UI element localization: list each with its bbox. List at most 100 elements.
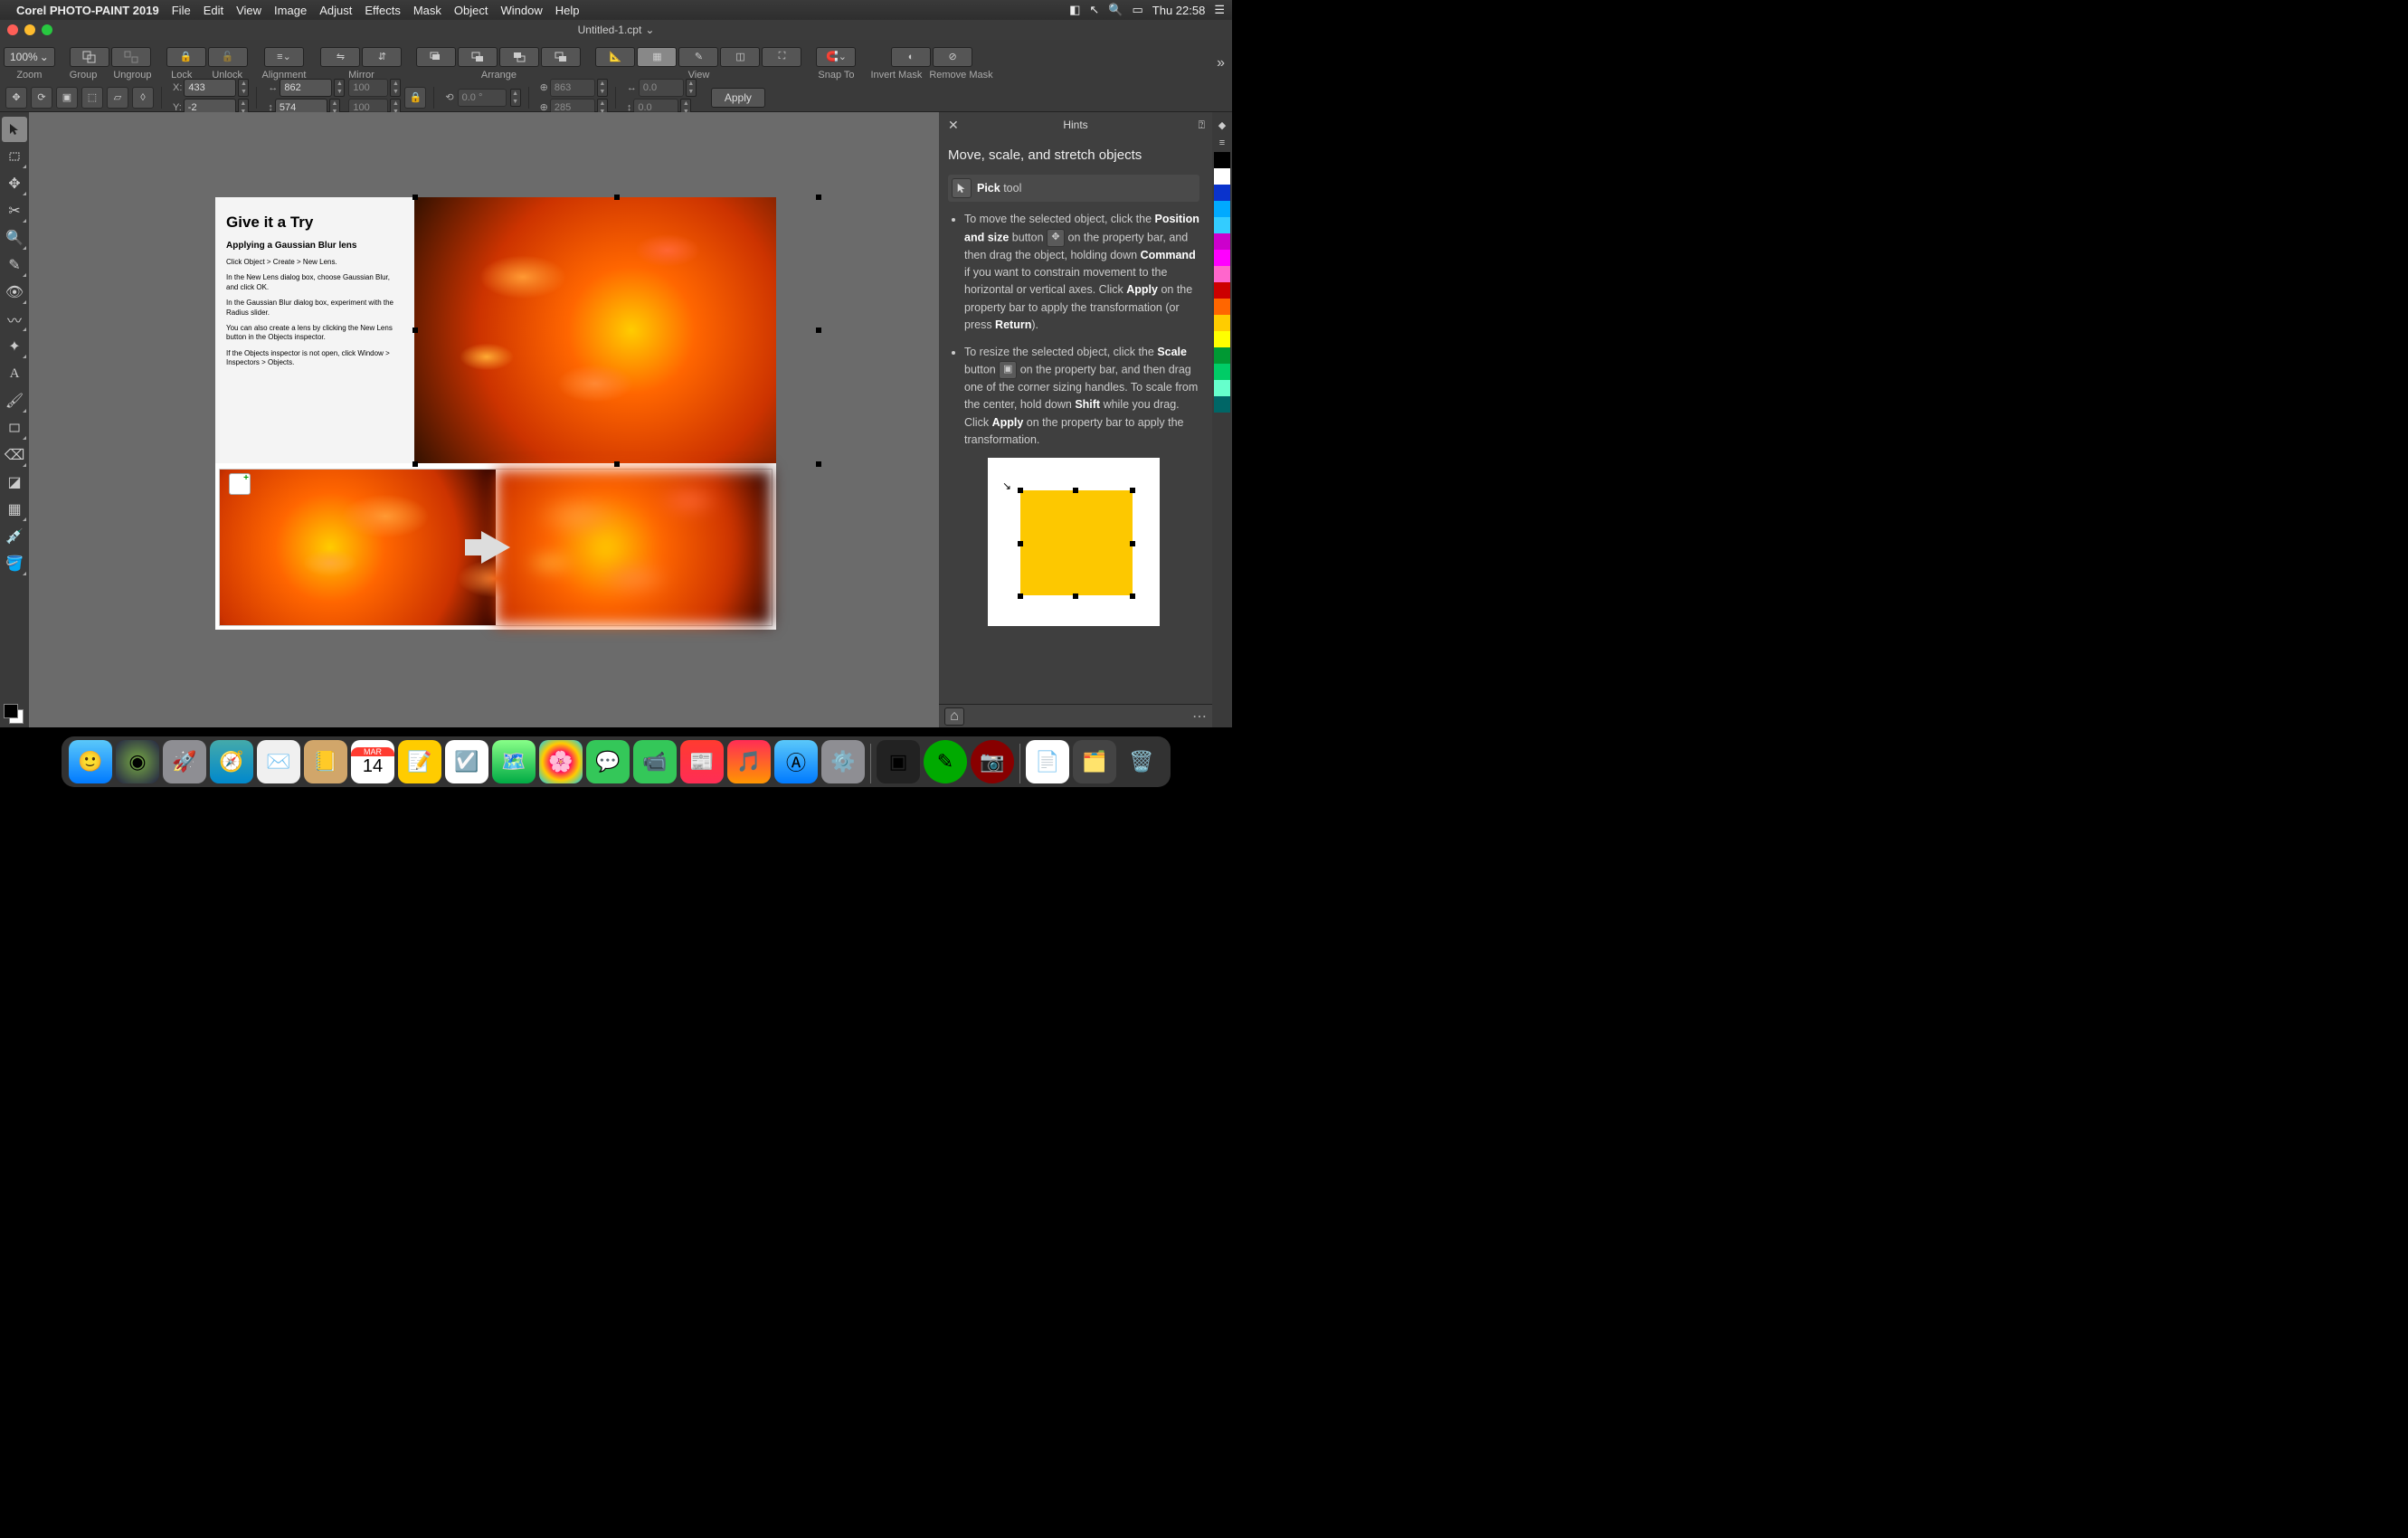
lock-button[interactable]: 🔒 bbox=[166, 47, 206, 67]
dock-messages[interactable]: 💬 bbox=[586, 740, 630, 783]
zoom-window-button[interactable] bbox=[42, 24, 52, 35]
dock-music[interactable]: 🎵 bbox=[727, 740, 771, 783]
dock-mail[interactable]: ✉️ bbox=[257, 740, 300, 783]
mirror-h-button[interactable]: ⇋ bbox=[320, 47, 360, 67]
swatch[interactable] bbox=[1214, 282, 1230, 299]
dock-corel-draw[interactable]: ✎ bbox=[924, 740, 967, 783]
dock-trash[interactable]: 🗑️ bbox=[1120, 740, 1163, 783]
crop-tool[interactable]: ✂ bbox=[2, 198, 27, 223]
menu-adjust[interactable]: Adjust bbox=[319, 4, 352, 17]
dock-facetime[interactable]: 📹 bbox=[633, 740, 677, 783]
close-hints-button[interactable]: ✕ bbox=[948, 118, 959, 133]
mask-transform-tool[interactable]: ✥ bbox=[2, 171, 27, 196]
dock-finder[interactable]: 🙂 bbox=[69, 740, 112, 783]
toolbar-overflow[interactable]: » bbox=[1217, 55, 1228, 71]
dock-news[interactable]: 📰 bbox=[680, 740, 724, 783]
arrange-to-front-button[interactable] bbox=[416, 47, 456, 67]
dock-appstore[interactable]: Ⓐ bbox=[774, 740, 818, 783]
transparency-tool[interactable]: ▦ bbox=[2, 497, 27, 522]
selection-handle[interactable] bbox=[614, 461, 620, 467]
dock-contacts[interactable]: 📒 bbox=[304, 740, 347, 783]
clone-tool[interactable]: ✎ bbox=[2, 252, 27, 278]
apply-button[interactable]: Apply bbox=[711, 88, 765, 108]
swatch[interactable] bbox=[1214, 347, 1230, 364]
dock-doc1[interactable]: 📄 bbox=[1026, 740, 1069, 783]
arrange-backward-button[interactable] bbox=[499, 47, 539, 67]
menu-effects[interactable]: Effects bbox=[365, 4, 401, 17]
menu-edit[interactable]: Edit bbox=[204, 4, 223, 17]
unlock-button[interactable]: 🔓 bbox=[208, 47, 248, 67]
view-fullscreen-button[interactable]: ⛶ bbox=[762, 47, 801, 67]
mirror-v-button[interactable]: ⇵ bbox=[362, 47, 402, 67]
palette-layers-icon[interactable]: ≡ bbox=[1214, 135, 1230, 151]
rect-mask-tool[interactable] bbox=[2, 144, 27, 169]
close-window-button[interactable] bbox=[7, 24, 18, 35]
swatch[interactable] bbox=[1214, 364, 1230, 380]
cursor-icon[interactable]: ↖ bbox=[1089, 3, 1099, 17]
selection-handle[interactable] bbox=[412, 328, 418, 333]
clock[interactable]: Thu 22:58 bbox=[1152, 4, 1206, 17]
dock-launchpad[interactable]: 🚀 bbox=[163, 740, 206, 783]
spotlight-icon[interactable]: 🔍 bbox=[1108, 3, 1123, 17]
skew-x-field[interactable]: 0.0 bbox=[639, 79, 684, 97]
text-tool[interactable]: A bbox=[2, 361, 27, 386]
document-title[interactable]: Untitled-1.cpt ⌄ bbox=[578, 24, 655, 36]
center-x-field[interactable]: 863 bbox=[550, 79, 595, 97]
swatch[interactable] bbox=[1214, 315, 1230, 331]
zoom-dropdown[interactable]: 100%⌄ bbox=[4, 47, 55, 67]
view-overlay-button[interactable]: ◫ bbox=[720, 47, 760, 67]
dock-corel-photo[interactable]: 📷 bbox=[971, 740, 1014, 783]
dock-siri[interactable]: ◉ bbox=[116, 740, 159, 783]
dock-settings[interactable]: ⚙️ bbox=[821, 740, 865, 783]
swatch[interactable] bbox=[1214, 185, 1230, 201]
swatch[interactable] bbox=[1214, 250, 1230, 266]
dock-reminders[interactable]: ☑️ bbox=[445, 740, 488, 783]
app-name[interactable]: Corel PHOTO-PAINT 2019 bbox=[16, 4, 159, 17]
swatch[interactable] bbox=[1214, 396, 1230, 413]
swatch[interactable] bbox=[1214, 201, 1230, 217]
view-grid-button[interactable]: ▦ bbox=[637, 47, 677, 67]
invert-mask-button[interactable]: ◐ bbox=[891, 47, 931, 67]
x-field[interactable]: 433 bbox=[184, 79, 236, 97]
rotation-field[interactable]: 0.0 ° bbox=[458, 89, 507, 107]
hint-question-icon[interactable]: ⍰ bbox=[1199, 119, 1205, 132]
view-guides-button[interactable]: ✎ bbox=[678, 47, 718, 67]
drop-shadow-tool[interactable]: ◪ bbox=[2, 470, 27, 495]
foreground-background-swatch[interactable] bbox=[4, 704, 24, 724]
selection-handle[interactable] bbox=[614, 195, 620, 200]
eraser-tool[interactable]: ⌫ bbox=[2, 442, 27, 468]
menu-window[interactable]: Window bbox=[500, 4, 542, 17]
palette-flyout-icon[interactable]: ◆ bbox=[1214, 117, 1230, 133]
document[interactable]: Give it a Try Applying a Gaussian Blur l… bbox=[215, 197, 776, 630]
pick-tool[interactable] bbox=[2, 117, 27, 142]
menu-image[interactable]: Image bbox=[274, 4, 307, 17]
swatch[interactable] bbox=[1214, 233, 1230, 250]
zoom-tool[interactable]: 🔍 bbox=[2, 225, 27, 251]
menu-help[interactable]: Help bbox=[555, 4, 580, 17]
notification-icon[interactable]: ◧ bbox=[1069, 3, 1080, 17]
group-button[interactable] bbox=[70, 47, 109, 67]
dock-doc2[interactable]: 🗂️ bbox=[1073, 740, 1116, 783]
w-stepper[interactable]: ▲▼ bbox=[334, 79, 345, 97]
eyedropper-tool[interactable]: 💉 bbox=[2, 524, 27, 549]
dock-calendar[interactable]: MAR14 bbox=[351, 740, 394, 783]
remove-mask-button[interactable]: ⊘ bbox=[933, 47, 972, 67]
red-eye-tool[interactable]: 👁 bbox=[2, 280, 27, 305]
canvas[interactable]: Give it a Try Applying a Gaussian Blur l… bbox=[29, 112, 939, 727]
swatch[interactable] bbox=[1214, 299, 1230, 315]
position-size-button[interactable]: ✥ bbox=[5, 87, 27, 109]
swatch[interactable] bbox=[1214, 152, 1230, 168]
menu-file[interactable]: File bbox=[172, 4, 191, 17]
swatch[interactable] bbox=[1214, 380, 1230, 396]
alignment-button[interactable]: ≡ ⌄ bbox=[264, 47, 304, 67]
view-rulers-button[interactable]: 📐 bbox=[595, 47, 635, 67]
lock-ratio-button[interactable]: 🔒 bbox=[404, 87, 426, 109]
selection-handle[interactable] bbox=[412, 461, 418, 467]
menu-object[interactable]: Object bbox=[454, 4, 488, 17]
selection-handle[interactable] bbox=[816, 195, 821, 200]
dock-terminal[interactable]: ▣ bbox=[877, 740, 920, 783]
displays-icon[interactable]: ▭ bbox=[1133, 3, 1143, 17]
menu-list-icon[interactable]: ☰ bbox=[1214, 3, 1225, 17]
hints-more-button[interactable]: ⋯ bbox=[1192, 707, 1207, 726]
selection-handle[interactable] bbox=[816, 461, 821, 467]
